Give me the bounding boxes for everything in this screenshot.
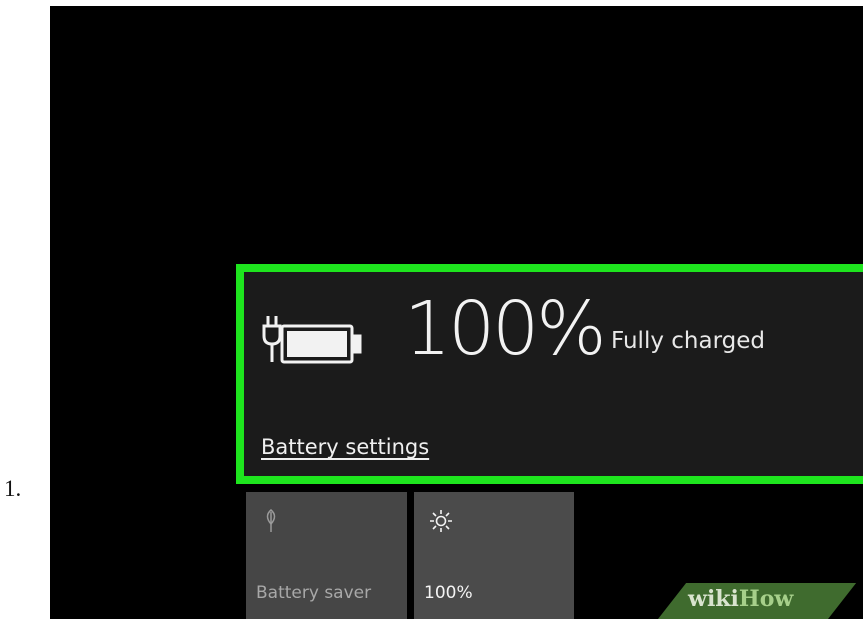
- plugged-in-battery-icon: [262, 316, 362, 364]
- battery-flyout-panel: 100% Fully charged Battery settings: [236, 264, 863, 484]
- charge-status: Fully charged: [611, 328, 765, 354]
- watermark-part-1: wiki: [688, 586, 739, 612]
- brightness-label: 100%: [424, 583, 473, 603]
- brightness-tile[interactable]: 100%: [414, 492, 574, 619]
- brightness-icon: [430, 510, 452, 532]
- step-number: 1.: [4, 476, 22, 501]
- watermark-part-2: How: [738, 586, 794, 612]
- battery-saver-tile[interactable]: Battery saver: [246, 492, 407, 619]
- battery-saver-label: Battery saver: [256, 583, 372, 603]
- battery-percentage: 100%: [404, 286, 607, 372]
- battery-settings-link[interactable]: Battery settings: [261, 435, 429, 459]
- screen-background: 100% Fully charged Battery settings Batt…: [50, 6, 863, 619]
- wikihow-watermark: wikiHow: [688, 586, 793, 612]
- leaf-icon: [266, 509, 276, 532]
